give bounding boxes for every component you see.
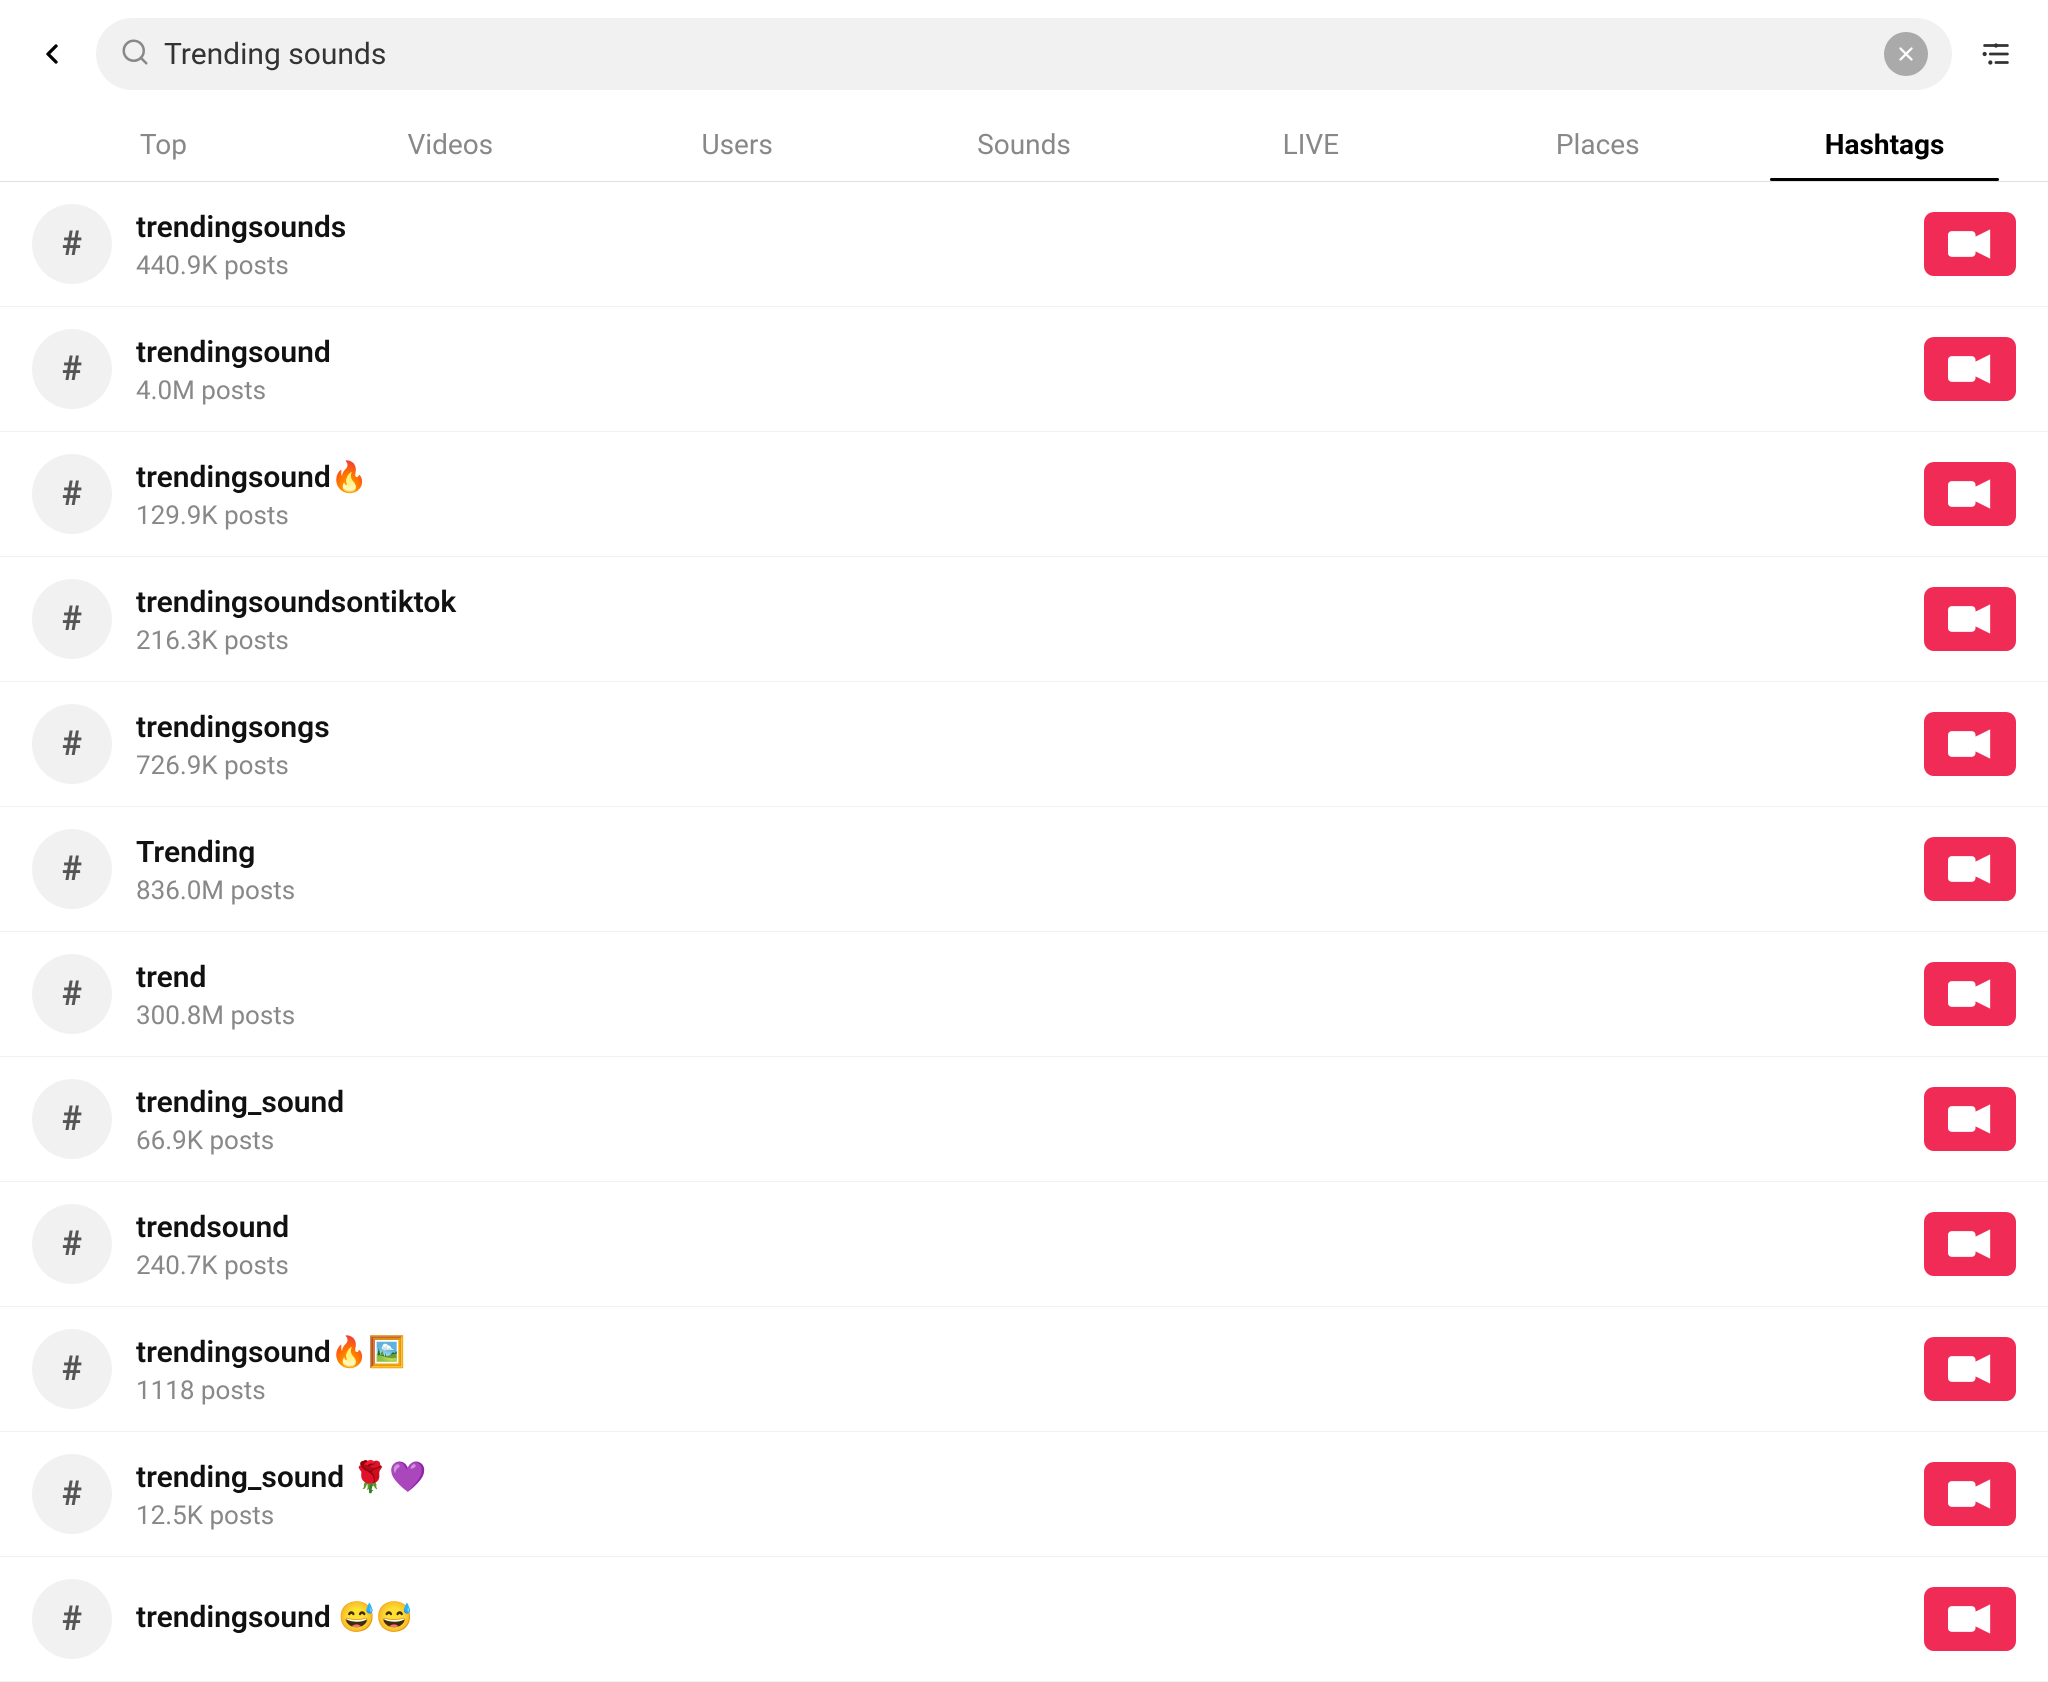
result-title: trendingsound🔥 [136, 458, 1924, 497]
result-subtitle: 66.9K posts [136, 1126, 1924, 1156]
video-button[interactable] [1924, 1212, 2016, 1276]
result-info: trendingsoundsontiktok 216.3K posts [136, 583, 1924, 656]
video-button[interactable] [1924, 337, 2016, 401]
video-button[interactable] [1924, 837, 2016, 901]
tab-top[interactable]: Top [20, 108, 307, 181]
result-title: trending_sound [136, 1083, 1924, 1122]
list-item[interactable]: # trendingsongs 726.9K posts [0, 682, 2048, 807]
result-subtitle: 440.9K posts [136, 251, 1924, 281]
video-button[interactable] [1924, 1087, 2016, 1151]
video-camera-icon [1948, 978, 1992, 1010]
hashtag-icon: # [32, 704, 112, 784]
list-item[interactable]: # trendingsound 4.0M posts [0, 307, 2048, 432]
result-subtitle: 836.0M posts [136, 876, 1924, 906]
result-title: Trending [136, 833, 1924, 872]
video-camera-icon [1948, 603, 1992, 635]
result-title: trendingsounds [136, 208, 1924, 247]
video-button[interactable] [1924, 962, 2016, 1026]
result-title: trend [136, 958, 1924, 997]
tabs-container: Top Videos Users Sounds LIVE Places Hash… [0, 108, 2048, 182]
tab-hashtags[interactable]: Hashtags [1741, 108, 2028, 181]
result-info: trendingsongs 726.9K posts [136, 708, 1924, 781]
result-title: trendsound [136, 1208, 1924, 1247]
video-camera-icon [1948, 1603, 1992, 1635]
video-camera-icon [1948, 1353, 1992, 1385]
result-subtitle: 12.5K posts [136, 1501, 1924, 1531]
clear-button[interactable] [1884, 32, 1928, 76]
result-info: trendingsounds 440.9K posts [136, 208, 1924, 281]
result-title: trending_sound 🌹💜 [136, 1458, 1924, 1497]
result-info: trendingsound🔥 129.9K posts [136, 458, 1924, 531]
video-camera-icon [1948, 228, 1992, 260]
result-info: trendingsound 4.0M posts [136, 333, 1924, 406]
video-camera-icon [1948, 1478, 1992, 1510]
result-info: trending_sound 66.9K posts [136, 1083, 1924, 1156]
video-camera-icon [1948, 353, 1992, 385]
list-item[interactable]: # trendingsounds 440.9K posts [0, 182, 2048, 307]
search-input[interactable] [164, 37, 1870, 72]
result-subtitle: 300.8M posts [136, 1001, 1924, 1031]
list-item[interactable]: # trendingsoundsontiktok 216.3K posts [0, 557, 2048, 682]
video-button[interactable] [1924, 587, 2016, 651]
video-camera-icon [1948, 1103, 1992, 1135]
result-subtitle: 726.9K posts [136, 751, 1924, 781]
search-input-wrapper [96, 18, 1952, 90]
tab-sounds[interactable]: Sounds [881, 108, 1168, 181]
video-button[interactable] [1924, 712, 2016, 776]
list-item[interactable]: # trendingsound 😅😅 [0, 1557, 2048, 1682]
list-item[interactable]: # trending_sound 66.9K posts [0, 1057, 2048, 1182]
tab-videos[interactable]: Videos [307, 108, 594, 181]
result-title: trendingsound 😅😅 [136, 1598, 1924, 1637]
result-title: trendingsound [136, 333, 1924, 372]
result-info: Trending 836.0M posts [136, 833, 1924, 906]
hashtag-icon: # [32, 204, 112, 284]
result-info: trending_sound 🌹💜 12.5K posts [136, 1458, 1924, 1531]
hashtag-icon: # [32, 954, 112, 1034]
result-info: trendingsound 😅😅 [136, 1598, 1924, 1641]
search-icon [120, 37, 150, 71]
result-title: trendingsongs [136, 708, 1924, 747]
tab-live[interactable]: LIVE [1167, 108, 1454, 181]
result-info: trendsound 240.7K posts [136, 1208, 1924, 1281]
hashtag-icon: # [32, 1579, 112, 1659]
result-title: trendingsound🔥🖼️ [136, 1333, 1924, 1372]
video-button[interactable] [1924, 1587, 2016, 1651]
result-title: trendingsoundsontiktok [136, 583, 1924, 622]
back-button[interactable] [24, 26, 80, 82]
result-subtitle: 216.3K posts [136, 626, 1924, 656]
result-subtitle: 4.0M posts [136, 376, 1924, 406]
video-button[interactable] [1924, 1462, 2016, 1526]
tab-users[interactable]: Users [594, 108, 881, 181]
video-camera-icon [1948, 478, 1992, 510]
video-button[interactable] [1924, 212, 2016, 276]
result-info: trend 300.8M posts [136, 958, 1924, 1031]
result-subtitle: 1118 posts [136, 1376, 1924, 1406]
result-subtitle: 129.9K posts [136, 501, 1924, 531]
list-item[interactable]: # Trending 836.0M posts [0, 807, 2048, 932]
video-button[interactable] [1924, 462, 2016, 526]
hashtag-icon: # [32, 1079, 112, 1159]
result-subtitle: 240.7K posts [136, 1251, 1924, 1281]
filter-button[interactable] [1968, 26, 2024, 82]
hashtag-icon: # [32, 829, 112, 909]
video-camera-icon [1948, 853, 1992, 885]
results-list: # trendingsounds 440.9K posts # trending… [0, 182, 2048, 1682]
list-item[interactable]: # trendsound 240.7K posts [0, 1182, 2048, 1307]
video-camera-icon [1948, 1228, 1992, 1260]
hashtag-icon: # [32, 1204, 112, 1284]
search-bar-container [0, 0, 2048, 108]
hashtag-icon: # [32, 1329, 112, 1409]
hashtag-icon: # [32, 329, 112, 409]
hashtag-icon: # [32, 1454, 112, 1534]
video-button[interactable] [1924, 1337, 2016, 1401]
list-item[interactable]: # trendingsound🔥 129.9K posts [0, 432, 2048, 557]
list-item[interactable]: # trend 300.8M posts [0, 932, 2048, 1057]
result-info: trendingsound🔥🖼️ 1118 posts [136, 1333, 1924, 1406]
tab-places[interactable]: Places [1454, 108, 1741, 181]
video-camera-icon [1948, 728, 1992, 760]
hashtag-icon: # [32, 579, 112, 659]
hashtag-icon: # [32, 454, 112, 534]
list-item[interactable]: # trending_sound 🌹💜 12.5K posts [0, 1432, 2048, 1557]
list-item[interactable]: # trendingsound🔥🖼️ 1118 posts [0, 1307, 2048, 1432]
